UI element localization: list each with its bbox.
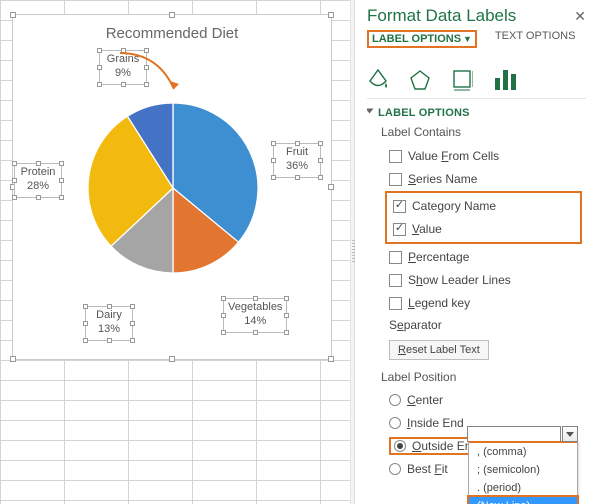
label-text: Value	[412, 222, 442, 236]
data-label[interactable]: Fruit36%	[273, 143, 321, 178]
label-text: Category Name	[412, 199, 496, 213]
separator-opt-comma[interactable]: , (comma)	[469, 443, 577, 461]
pane-splitter[interactable]	[350, 0, 355, 504]
chart-title[interactable]: Recommended Diet	[13, 25, 331, 42]
radio-icon[interactable]	[389, 417, 401, 429]
label-text: Percentage	[408, 250, 469, 264]
tab-label-options[interactable]: LABEL OPTIONS▼	[367, 30, 477, 48]
size-props-icon[interactable]	[451, 68, 473, 92]
label-options-icon[interactable]	[493, 66, 519, 92]
highlighted-checks: Category Name Value	[385, 191, 582, 244]
data-label[interactable]: Vegetables14%	[223, 298, 287, 333]
checkbox-icon[interactable]	[393, 223, 406, 236]
pie-chart[interactable]	[88, 103, 258, 273]
check-percentage[interactable]: Percentage	[389, 246, 582, 268]
check-value-from-cells[interactable]: Value From Cells	[389, 145, 582, 167]
separator-row: Separator	[389, 318, 582, 332]
separator-opt-semicolon[interactable]: ; (semicolon)	[469, 461, 577, 479]
tab-label-options-text: LABEL OPTIONS	[372, 33, 461, 45]
label-text: Legend key	[408, 296, 470, 310]
check-series-name[interactable]: Series Name	[389, 168, 582, 190]
label-contains-title: Label Contains	[381, 125, 582, 139]
panel-title: Format Data Labels	[367, 6, 516, 26]
check-legend-key[interactable]: Legend key	[389, 292, 582, 314]
worksheet-grid[interactable]: Recommended Diet Fruit36% Vegetables14% Da…	[0, 0, 350, 504]
checkbox-icon[interactable]	[389, 274, 402, 287]
label-text: Show Leader Lines	[408, 273, 511, 287]
section-label-options[interactable]: LABEL OPTIONS	[367, 107, 582, 119]
separator-dropdown[interactable]: , (comma) ; (semicolon) . (period) (New …	[468, 441, 578, 504]
tab-text-options[interactable]: TEXT OPTIONS	[495, 30, 575, 48]
chart-object[interactable]: Recommended Diet Fruit36% Vegetables14% Da…	[12, 14, 332, 360]
label-text: Center	[407, 393, 443, 407]
data-label[interactable]: Grains9%	[99, 50, 147, 85]
label-text: Inside End	[407, 416, 464, 430]
checkbox-icon[interactable]	[389, 251, 402, 264]
effects-icon[interactable]	[409, 68, 431, 92]
data-label[interactable]: Protein28%	[14, 163, 62, 198]
radio-center[interactable]: Center	[389, 390, 582, 410]
separator-opt-newline[interactable]: (New Line)	[467, 495, 579, 504]
checkbox-icon[interactable]	[393, 200, 406, 213]
separator-combo[interactable]	[467, 426, 561, 442]
radio-icon[interactable]	[394, 440, 406, 452]
radio-icon[interactable]	[389, 463, 401, 475]
checkbox-icon[interactable]	[389, 150, 402, 163]
label-text: Series Name	[408, 172, 477, 186]
radio-icon[interactable]	[389, 394, 401, 406]
close-icon[interactable]: ✕	[574, 8, 586, 25]
pie-plot-area[interactable]: Fruit36% Vegetables14% Dairy13% Protein28% G…	[13, 48, 333, 338]
data-label[interactable]: Dairy13%	[85, 306, 133, 341]
label-position-title: Label Position	[381, 370, 582, 384]
label-text: Best Fit	[407, 462, 448, 476]
separator-label: Separator	[389, 318, 442, 332]
check-value[interactable]: Value	[393, 218, 578, 240]
check-category-name[interactable]: Category Name	[393, 195, 578, 217]
label-text: Value From Cells	[408, 149, 499, 163]
category-icon-row	[367, 56, 586, 92]
check-show-leader-lines[interactable]: Show Leader Lines	[389, 269, 582, 291]
checkbox-icon[interactable]	[389, 173, 402, 186]
separator-combo-button[interactable]	[562, 426, 578, 442]
format-pane: Format Data Labels ✕ LABEL OPTIONS▼ TEXT…	[355, 0, 594, 504]
reset-label-text-button[interactable]: Reset Label Text	[389, 340, 489, 360]
fill-icon[interactable]	[367, 68, 389, 92]
checkbox-icon[interactable]	[389, 297, 402, 310]
